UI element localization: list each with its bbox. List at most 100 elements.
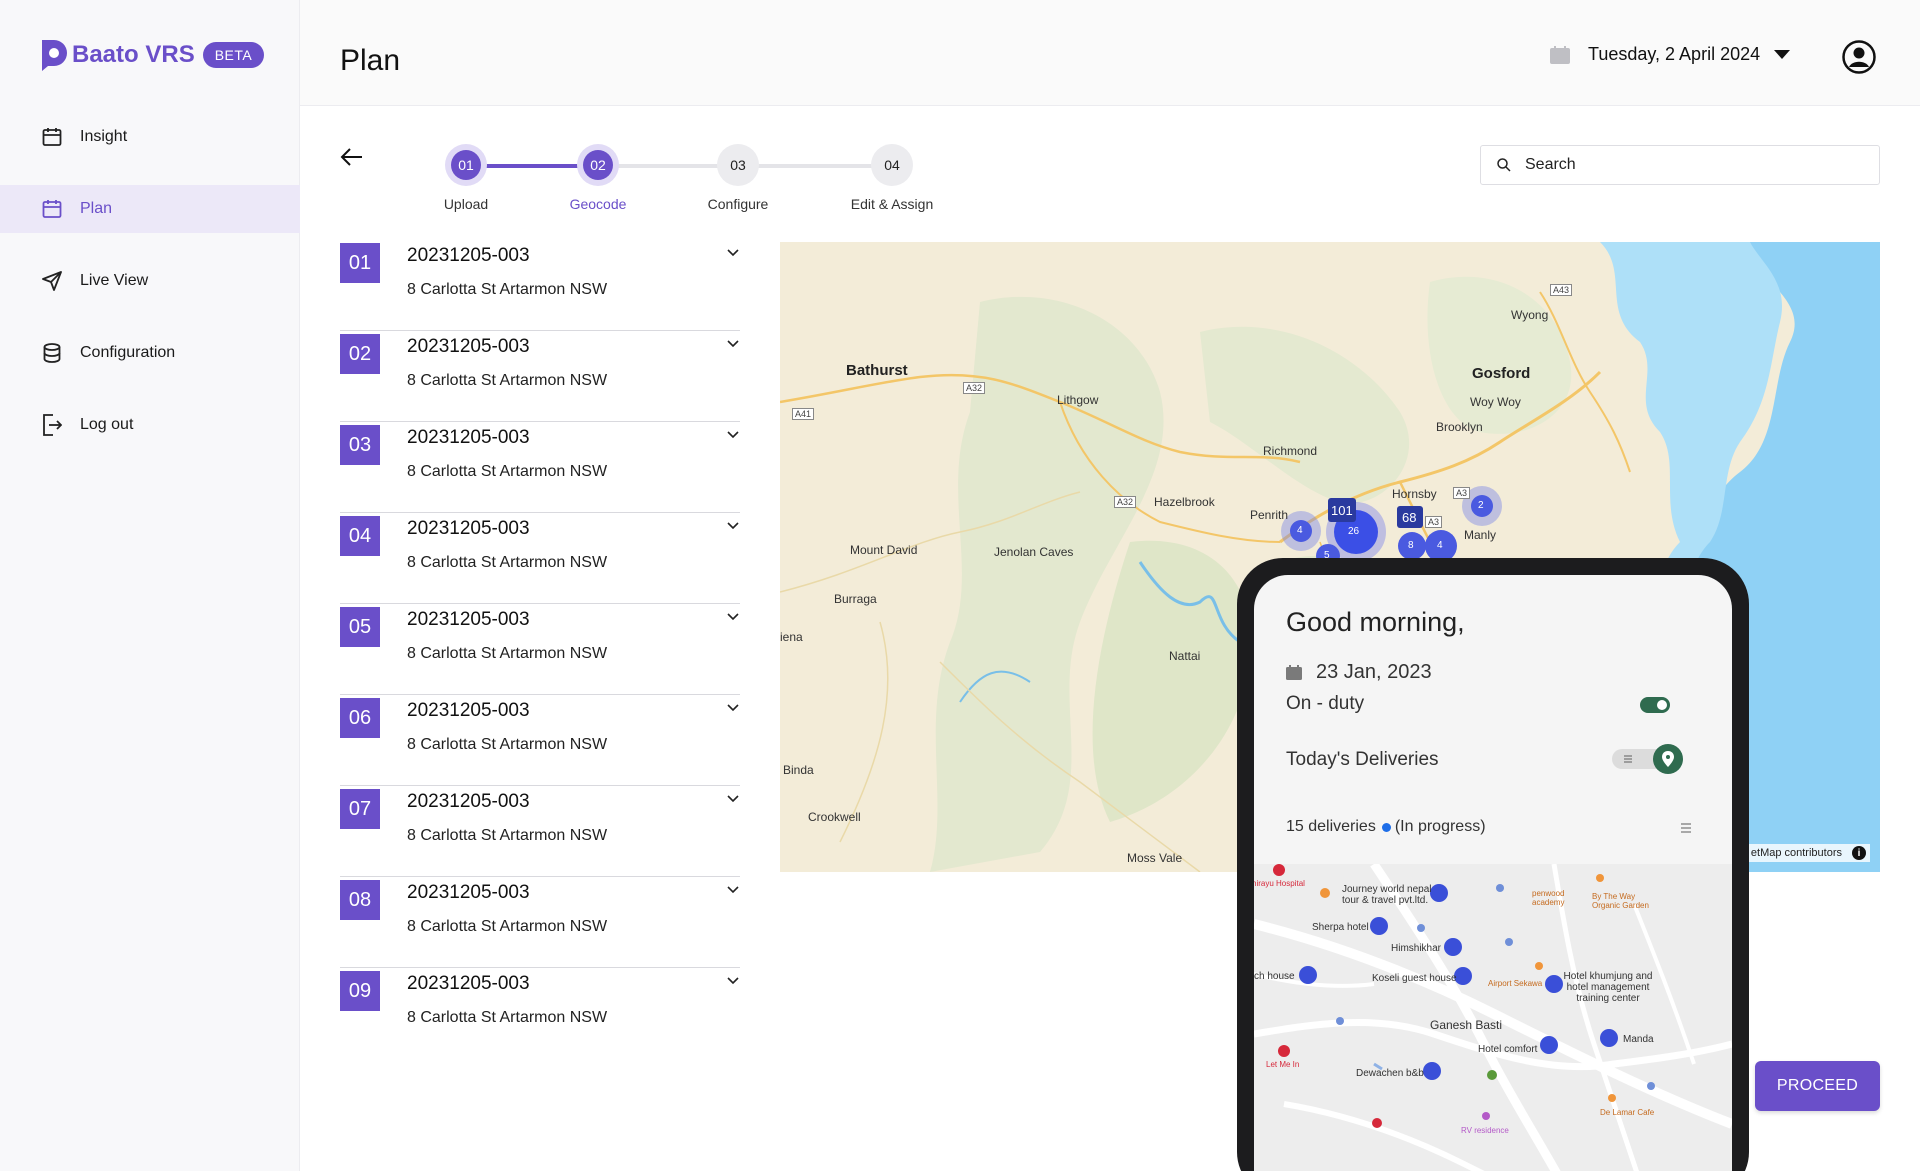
- list-item[interactable]: 07 20231205-003 8 Carlotta St Artarmon N…: [340, 786, 740, 877]
- map-place: Moss Vale: [1127, 851, 1183, 865]
- chevron-down-icon[interactable]: [726, 339, 740, 349]
- user-avatar-icon[interactable]: [1842, 40, 1876, 74]
- on-duty-label: On - duty: [1286, 693, 1365, 714]
- road-shield: A43: [1550, 284, 1573, 296]
- calendar-icon: [40, 125, 64, 149]
- search-box: [1480, 145, 1880, 185]
- selected-date: Tuesday, 2 April 2024: [1588, 44, 1761, 64]
- list-item[interactable]: 08 20231205-003 8 Carlotta St Artarmon N…: [340, 877, 740, 968]
- chevron-down-icon: [1774, 50, 1791, 59]
- order-address: 8 Carlotta St Artarmon NSW: [407, 918, 608, 935]
- logout-icon: [40, 413, 64, 437]
- item-number: 03: [340, 425, 380, 465]
- step-configure[interactable]: 03 Configure: [678, 144, 798, 212]
- delivery-count: 15 deliveries: [1286, 818, 1376, 835]
- cluster-label[interactable]: 26: [1348, 526, 1359, 537]
- list-item[interactable]: 01 20231205-003 8 Carlotta St Artarmon N…: [340, 240, 740, 331]
- sidebar-nav: Insight Plan Live View Configuration Log…: [0, 113, 300, 473]
- sidebar-item-label: Log out: [80, 416, 134, 433]
- cluster-label[interactable]: 4: [1437, 540, 1443, 551]
- phone-screen: Good morning, 23 Jan, 2023 On - duty Tod…: [1254, 575, 1732, 1171]
- date-picker[interactable]: Tuesday, 2 April 2024: [1550, 44, 1791, 65]
- database-icon: [40, 341, 64, 365]
- step-label: Upload: [443, 196, 489, 212]
- step-number: 01: [451, 150, 481, 180]
- road-shield: A3: [1453, 487, 1471, 499]
- chevron-down-icon[interactable]: [726, 430, 740, 440]
- info-icon[interactable]: i: [1852, 846, 1866, 860]
- list-map-toggle[interactable]: [1612, 743, 1684, 775]
- cluster-label[interactable]: 101: [1331, 503, 1353, 518]
- map-place: Gosford: [1472, 365, 1531, 382]
- phone-mini-map[interactable]: Journey world nepal tour & travel pvt.lt…: [1254, 861, 1732, 1171]
- step-edit-assign[interactable]: 04 Edit & Assign: [832, 144, 952, 212]
- cluster-label[interactable]: 4: [1297, 525, 1303, 536]
- map-place: Bathurst: [846, 362, 908, 379]
- mini-map-label: Airport Sekawa: [1488, 979, 1543, 988]
- map-place: Hornsby: [1392, 487, 1437, 501]
- mini-map-label: By The Way Organic Garden: [1592, 892, 1649, 910]
- item-number: 02: [340, 334, 380, 374]
- list-item[interactable]: 06 20231205-003 8 Carlotta St Artarmon N…: [340, 695, 740, 786]
- order-address: 8 Carlotta St Artarmon NSW: [407, 1009, 608, 1026]
- chevron-down-icon[interactable]: [726, 885, 740, 895]
- calendar-icon: [1550, 45, 1570, 64]
- delivery-progress: 15 deliveries (In progress): [1286, 818, 1486, 836]
- mini-map-label: hirayu Hospital: [1254, 879, 1305, 888]
- list-item[interactable]: 05 20231205-003 8 Carlotta St Artarmon N…: [340, 604, 740, 695]
- cluster-label[interactable]: 8: [1408, 540, 1414, 551]
- order-address: 8 Carlotta St Artarmon NSW: [407, 372, 608, 389]
- map-place: iena: [780, 630, 803, 644]
- sidebar-item-configuration[interactable]: Configuration: [0, 329, 300, 377]
- item-number: 09: [340, 971, 380, 1011]
- sidebar-item-plan[interactable]: Plan: [0, 185, 300, 233]
- order-code: 20231205-003: [407, 973, 530, 994]
- chevron-down-icon[interactable]: [726, 248, 740, 258]
- proceed-button[interactable]: PROCEED: [1755, 1061, 1880, 1111]
- map-place: Woy Woy: [1470, 395, 1521, 409]
- chevron-down-icon[interactable]: [726, 794, 740, 804]
- back-arrow-icon[interactable]: [340, 146, 364, 168]
- step-geocode[interactable]: 02 Geocode: [538, 144, 658, 212]
- order-code: 20231205-003: [407, 882, 530, 903]
- step-number: 04: [884, 157, 900, 173]
- mini-map-label: Sherpa hotel: [1312, 922, 1369, 933]
- item-number: 08: [340, 880, 380, 920]
- map-place: Hazelbrook: [1154, 495, 1215, 509]
- sidebar-item-insight[interactable]: Insight: [0, 113, 300, 161]
- calendar-icon: [40, 197, 64, 221]
- greeting: Good morning,: [1286, 607, 1465, 637]
- status-dot: [1381, 822, 1391, 832]
- list-item[interactable]: 04 20231205-003 8 Carlotta St Artarmon N…: [340, 513, 740, 604]
- filter-icon[interactable]: [1680, 822, 1692, 834]
- order-code: 20231205-003: [407, 245, 530, 266]
- cluster-label[interactable]: 68: [1402, 510, 1416, 525]
- sidebar-item-log-out[interactable]: Log out: [0, 401, 300, 449]
- step-upload[interactable]: 01 Upload: [406, 144, 526, 212]
- chevron-down-icon[interactable]: [726, 521, 740, 531]
- list-item[interactable]: 02 20231205-003 8 Carlotta St Artarmon N…: [340, 331, 740, 422]
- mini-map-label: Himshikhar: [1391, 943, 1442, 954]
- road-shield: A32: [963, 382, 986, 394]
- list-item[interactable]: 09 20231205-003 8 Carlotta St Artarmon N…: [340, 968, 740, 1059]
- order-code: 20231205-003: [407, 518, 530, 539]
- map-place: Richmond: [1263, 444, 1318, 458]
- item-number: 06: [340, 698, 380, 738]
- chevron-down-icon[interactable]: [726, 612, 740, 622]
- cluster-label[interactable]: 2: [1478, 500, 1484, 511]
- item-number: 04: [340, 516, 380, 556]
- chevron-down-icon[interactable]: [726, 976, 740, 986]
- chevron-down-icon[interactable]: [726, 703, 740, 713]
- sidebar-item-live-view[interactable]: Live View: [0, 257, 300, 305]
- logo[interactable]: Baato VRS BETA: [40, 38, 265, 72]
- list-item[interactable]: 03 20231205-003 8 Carlotta St Artarmon N…: [340, 422, 740, 513]
- mini-map-label: Hotel comfort: [1478, 1044, 1538, 1055]
- order-address: 8 Carlotta St Artarmon NSW: [407, 827, 608, 844]
- item-number: 01: [340, 243, 380, 283]
- delivery-status: (In progress): [1394, 818, 1486, 835]
- mini-map-label: De Lamar Cafe: [1600, 1108, 1655, 1117]
- sidebar: Baato VRS BETA Insight Plan Live View Co…: [0, 0, 300, 1171]
- search-input[interactable]: [1525, 156, 1865, 174]
- on-duty-toggle[interactable]: [1640, 697, 1670, 713]
- map-place: Binda: [783, 763, 814, 777]
